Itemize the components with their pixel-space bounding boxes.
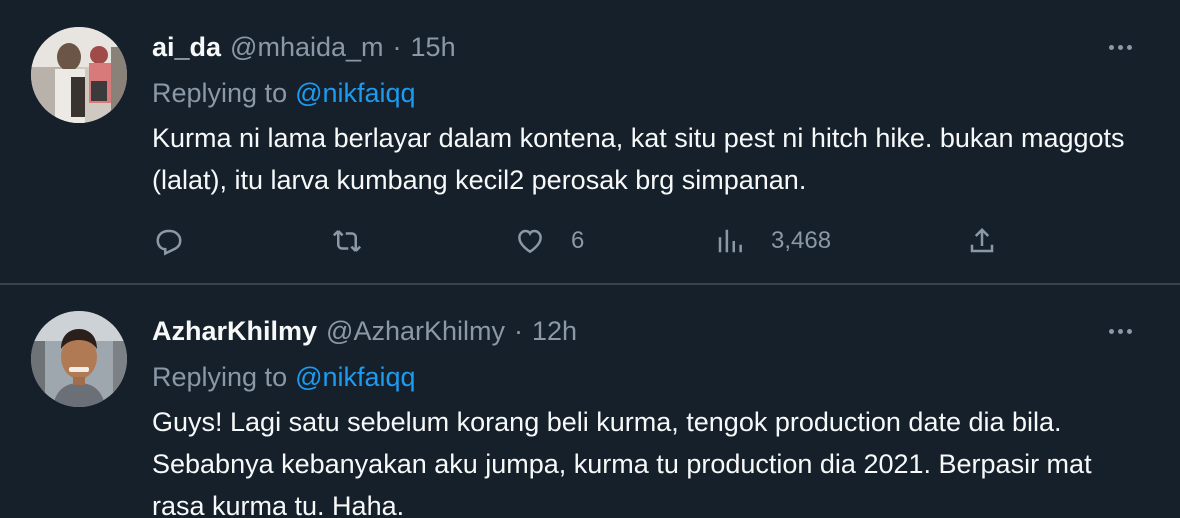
reply-button[interactable]: [154, 221, 184, 261]
replying-label: Replying to: [152, 78, 288, 108]
retweet-button[interactable]: [332, 221, 362, 261]
like-button[interactable]: 6: [515, 221, 584, 261]
tweet[interactable]: AzharKhilmy @AzharKhilmy · 12h Replying …: [0, 285, 1180, 518]
replying-to: Replying to @nikfaiqq: [152, 360, 1140, 394]
tweet-actions: 6 3,468: [152, 221, 1012, 261]
tweet-text: Kurma ni lama berlayar dalam kontena, ka…: [152, 123, 1125, 195]
replying-label: Replying to: [152, 362, 288, 392]
user-handle[interactable]: @mhaida_m: [230, 30, 383, 64]
reply-icon: [156, 229, 182, 256]
timestamp[interactable]: 15h: [411, 30, 456, 64]
view-count: 3,468: [771, 227, 832, 254]
separator-dot: ·: [514, 316, 524, 346]
avatar[interactable]: [31, 27, 127, 123]
mention-link[interactable]: @nikfaiqq: [295, 78, 415, 108]
avatar-image: [31, 27, 127, 123]
more-icon[interactable]: [1100, 314, 1140, 348]
tweet-header: AzharKhilmy @AzharKhilmy · 12h: [152, 314, 1140, 348]
tweet[interactable]: ai_da @mhaida_m · 15h Replying to @nikfai…: [0, 0, 1180, 283]
timestamp[interactable]: 12h: [532, 314, 577, 348]
replying-to: Replying to @nikfaiqq: [152, 76, 1140, 110]
views-icon: [718, 229, 742, 253]
avatar-image: [31, 311, 127, 407]
retweet-icon: [332, 230, 362, 252]
heart-icon: [518, 229, 542, 254]
mention-link[interactable]: @nikfaiqq: [295, 362, 415, 392]
share-icon: [970, 227, 994, 253]
separator-dot: ·: [392, 32, 402, 62]
tweet-header: ai_da @mhaida_m · 15h: [152, 30, 1140, 64]
tweet-text: Guys! Lagi satu sebelum korang beli kurm…: [152, 407, 1092, 518]
display-name[interactable]: AzharKhilmy: [152, 314, 317, 348]
views-button[interactable]: 3,468: [715, 221, 831, 261]
display-name[interactable]: ai_da: [152, 30, 221, 64]
more-icon[interactable]: [1100, 30, 1140, 64]
avatar[interactable]: [31, 311, 127, 407]
like-count: 6: [571, 227, 585, 254]
user-handle[interactable]: @AzharKhilmy: [326, 314, 505, 348]
share-button[interactable]: [967, 221, 997, 261]
